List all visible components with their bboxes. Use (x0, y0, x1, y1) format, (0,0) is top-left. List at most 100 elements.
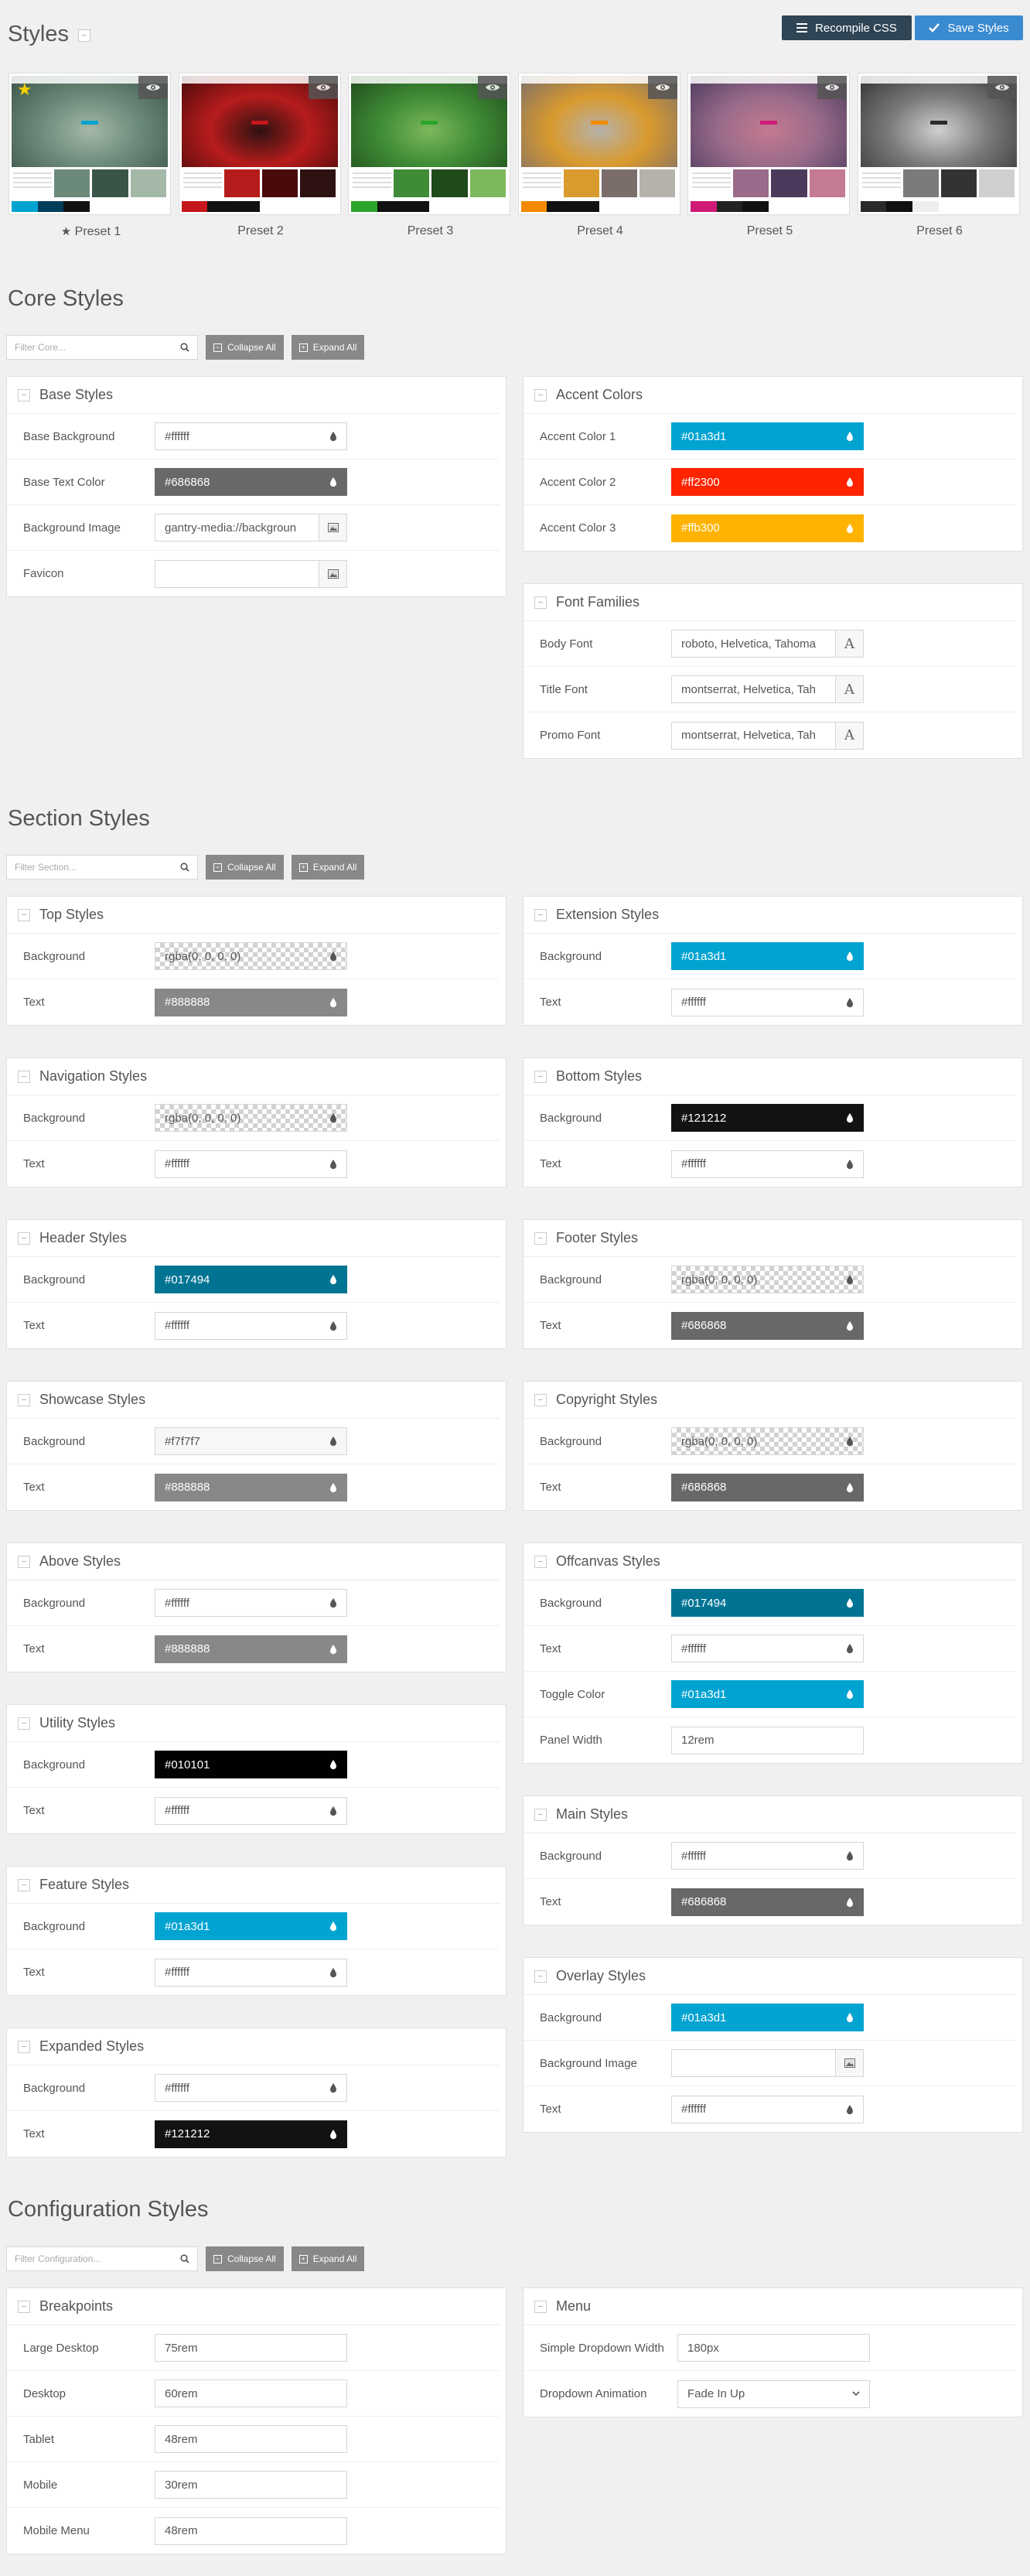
panel-header[interactable]: − Header Styles (7, 1220, 500, 1257)
text-color-input[interactable]: #686868 (671, 1473, 864, 1502)
accent-color-2-color-input[interactable]: #ff2300 (671, 468, 864, 496)
collapse-toggle-icon[interactable]: − (18, 1555, 30, 1568)
collapse-toggle-icon[interactable]: − (534, 596, 547, 609)
config-collapse-all-button[interactable]: − Collapse All (206, 2246, 284, 2271)
collapse-toggle-icon[interactable]: − (534, 1232, 547, 1245)
background-color-input[interactable]: #ffffff (155, 1589, 347, 1617)
collapse-toggle-icon[interactable]: − (534, 1070, 547, 1083)
text-color-input[interactable]: #888888 (155, 988, 347, 1016)
collapse-toggle-icon[interactable]: − (534, 1393, 547, 1406)
font-picker-icon[interactable]: A (836, 675, 864, 703)
text-color-input[interactable]: #686868 (671, 1311, 864, 1340)
large-desktop-input[interactable]: 75rem (155, 2334, 347, 2362)
preview-eye-icon[interactable] (138, 76, 168, 99)
body-font-font-input[interactable]: roboto, Helvetica, Tahoma (671, 630, 836, 658)
text-color-input[interactable]: #888888 (155, 1635, 347, 1663)
section-expand-all-button[interactable]: + Expand All (291, 855, 365, 880)
collapse-toggle-icon[interactable]: − (534, 1555, 547, 1568)
collapse-toggle-icon[interactable]: − (18, 1717, 30, 1730)
text-color-input[interactable]: #ffffff (155, 1311, 347, 1340)
collapse-toggle-icon[interactable]: − (18, 908, 30, 921)
collapse-toggle-icon[interactable]: − (534, 908, 547, 921)
preset-thumbnail[interactable] (178, 73, 341, 215)
preset-card[interactable]: Preset 6 (855, 73, 1025, 248)
panel-header[interactable]: − Copyright Styles (524, 1382, 1016, 1419)
panel-header[interactable]: − Main Styles (524, 1796, 1016, 1833)
collapse-toggle-icon[interactable]: − (534, 1970, 547, 1983)
background-color-input[interactable]: rgba(0, 0, 0, 0) (671, 1266, 864, 1293)
panel-header[interactable]: − Footer Styles (524, 1220, 1016, 1257)
collapse-toggle-icon[interactable]: − (18, 388, 30, 401)
preview-eye-icon[interactable] (987, 76, 1017, 99)
panel-header[interactable]: − Menu (524, 2288, 1016, 2325)
collapse-toggle-icon[interactable]: − (18, 1878, 30, 1891)
preset-thumbnail[interactable] (348, 73, 510, 215)
preset-thumbnail[interactable] (687, 73, 850, 215)
background-color-input[interactable]: #01a3d1 (671, 942, 864, 970)
background-color-input[interactable]: #017494 (671, 1589, 864, 1617)
collapse-toggle-icon[interactable]: − (18, 1070, 30, 1083)
dropdown-animation-select[interactable]: Fade In Up (677, 2380, 870, 2408)
preview-eye-icon[interactable] (308, 76, 338, 99)
collapse-toggle-icon[interactable]: − (18, 1393, 30, 1406)
panel-header[interactable]: − Accent Colors (524, 377, 1016, 414)
tablet-input[interactable]: 48rem (155, 2425, 347, 2453)
background-color-input[interactable]: #121212 (671, 1104, 864, 1132)
font-picker-icon[interactable]: A (836, 721, 864, 750)
panel-width-input[interactable]: 12rem (671, 1726, 864, 1754)
text-color-input[interactable]: #121212 (155, 2120, 347, 2148)
preview-eye-icon[interactable] (478, 76, 507, 99)
panel-header[interactable]: − Bottom Styles (524, 1058, 1016, 1095)
background-color-input[interactable]: #01a3d1 (155, 1912, 347, 1940)
panel-header[interactable]: − Breakpoints (7, 2288, 500, 2325)
collapse-toggle-icon[interactable]: − (18, 1232, 30, 1245)
panel-header[interactable]: − Offcanvas Styles (524, 1543, 1016, 1580)
toggle-color-color-input[interactable]: #01a3d1 (671, 1680, 864, 1708)
mobile-menu-input[interactable]: 48rem (155, 2516, 347, 2545)
collapse-toggle-icon[interactable]: − (534, 1808, 547, 1821)
collapse-toggle-icon[interactable]: − (18, 2040, 30, 2053)
section-collapse-all-button[interactable]: − Collapse All (206, 855, 284, 880)
background-color-input[interactable]: rgba(0, 0, 0, 0) (155, 942, 347, 970)
collapse-toggle-icon[interactable]: − (534, 388, 547, 401)
preview-eye-icon[interactable] (647, 76, 677, 99)
config-expand-all-button[interactable]: + Expand All (291, 2246, 365, 2271)
preset-card[interactable]: Preset 4 (516, 73, 686, 248)
base-background-color-input[interactable]: #ffffff (155, 422, 347, 450)
background-image-image-input[interactable] (671, 2049, 836, 2077)
preset-card[interactable]: Preset 3 (346, 73, 516, 248)
panel-header[interactable]: − Overlay Styles (524, 1958, 1016, 1995)
save-styles-button[interactable]: Save Styles (915, 15, 1023, 40)
recompile-css-button[interactable]: Recompile CSS (782, 15, 912, 40)
panel-header[interactable]: − Base Styles (7, 377, 500, 414)
simple-dropdown-width-input[interactable]: 180px (677, 2334, 870, 2362)
panel-header[interactable]: − Expanded Styles (7, 2028, 500, 2065)
core-filter-input[interactable]: Filter Core... (6, 335, 198, 360)
text-color-input[interactable]: #ffffff (155, 1150, 347, 1178)
background-color-input[interactable]: #ffffff (671, 1842, 864, 1870)
media-picker-button[interactable] (319, 559, 347, 588)
panel-header[interactable]: − Extension Styles (524, 897, 1016, 934)
media-picker-button[interactable] (836, 2049, 864, 2077)
core-collapse-all-button[interactable]: − Collapse All (206, 335, 284, 360)
section-filter-input[interactable]: Filter Section... (6, 855, 198, 880)
background-color-input[interactable]: #01a3d1 (671, 2004, 864, 2031)
collapse-toggle-icon[interactable]: − (18, 2300, 30, 2313)
panel-header[interactable]: − Navigation Styles (7, 1058, 500, 1095)
accent-color-3-color-input[interactable]: #ffb300 (671, 514, 864, 542)
background-color-input[interactable]: rgba(0, 0, 0, 0) (155, 1104, 347, 1132)
preset-card[interactable]: Preset 5 (685, 73, 855, 248)
preset-thumbnail[interactable]: ★ (9, 73, 171, 215)
panel-header[interactable]: − Font Families (524, 584, 1016, 621)
preset-thumbnail[interactable] (857, 73, 1020, 215)
desktop-input[interactable]: 60rem (155, 2380, 347, 2407)
favicon-image-input[interactable] (155, 559, 319, 588)
preview-eye-icon[interactable] (817, 76, 847, 99)
background-color-input[interactable]: rgba(0, 0, 0, 0) (671, 1427, 864, 1455)
collapse-toggle-icon[interactable]: − (534, 2300, 547, 2313)
base-text-color-color-input[interactable]: #686868 (155, 468, 347, 496)
text-color-input[interactable]: #ffffff (671, 1635, 864, 1662)
text-color-input[interactable]: #ffffff (155, 1958, 347, 1987)
text-color-input[interactable]: #ffffff (671, 988, 864, 1016)
background-color-input[interactable]: #f7f7f7 (155, 1427, 347, 1455)
